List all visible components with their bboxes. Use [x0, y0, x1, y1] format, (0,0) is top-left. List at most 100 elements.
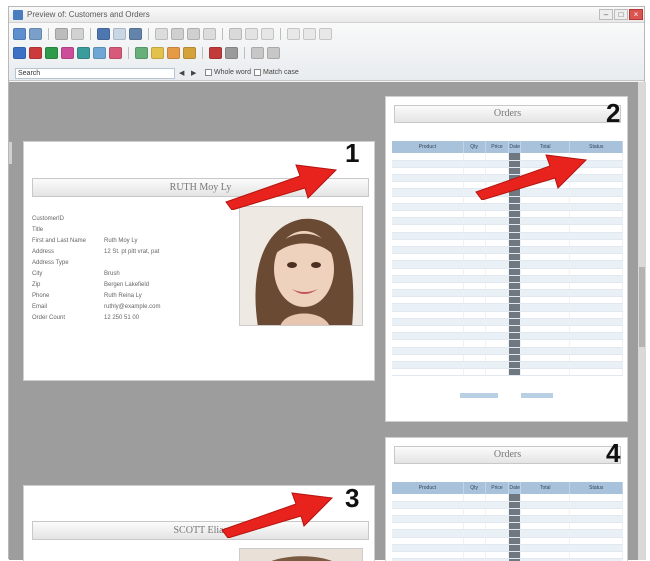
column-header[interactable]: Price — [485, 482, 510, 494]
table-cell — [520, 303, 571, 312]
title-bar: Preview of: Customers and Orders – □ × — [9, 7, 644, 23]
zoom-in-icon[interactable] — [245, 27, 258, 40]
table-cell — [520, 361, 571, 370]
table-cell — [508, 232, 521, 240]
checkbox-box[interactable] — [205, 69, 212, 76]
field-value: Brush — [104, 270, 120, 277]
bookmark-icon[interactable] — [151, 46, 164, 59]
table-row — [392, 318, 623, 327]
search-next-icon[interactable]: ▶ — [191, 69, 196, 77]
html-icon[interactable] — [93, 46, 106, 59]
actual-size-icon[interactable] — [319, 27, 332, 40]
prev-page-icon[interactable] — [171, 27, 184, 40]
fit-page-icon[interactable] — [303, 27, 316, 40]
table-cell — [569, 210, 623, 219]
field-label: Email — [32, 303, 48, 310]
field-row: Address 12 St. pt pitt vrat, pat — [32, 246, 222, 257]
image-icon[interactable] — [61, 46, 74, 59]
table-cell — [463, 232, 486, 240]
column-header[interactable]: Qty — [463, 482, 486, 494]
column-header[interactable]: Product — [392, 141, 464, 153]
table-cell — [508, 210, 521, 219]
minimize-button[interactable]: – — [599, 9, 613, 20]
excel-icon[interactable] — [45, 46, 58, 59]
table-cell — [485, 339, 510, 348]
xml-icon[interactable] — [109, 46, 122, 59]
table-cell — [485, 515, 510, 524]
orders-title: Orders — [394, 446, 621, 464]
last-page-icon[interactable] — [203, 27, 216, 40]
open-icon[interactable] — [55, 27, 68, 40]
page-setup-icon[interactable] — [29, 27, 42, 40]
table-cell — [508, 332, 521, 341]
search-prev-icon[interactable]: ◀ — [179, 69, 184, 77]
table-cell — [463, 260, 486, 269]
table-row — [392, 339, 623, 348]
zoom-out-icon[interactable] — [229, 27, 242, 40]
field-value: Bergen Lakefield — [104, 281, 150, 288]
table-cell — [569, 368, 623, 377]
totals-cell — [521, 393, 553, 398]
table-row — [392, 354, 623, 362]
table-cell — [508, 354, 521, 362]
highlight-icon[interactable] — [183, 46, 196, 59]
first-page-icon[interactable] — [155, 27, 168, 40]
find-icon[interactable] — [167, 46, 180, 59]
scrollbar-thumb[interactable] — [639, 267, 645, 347]
hand-tool-icon[interactable] — [251, 46, 264, 59]
column-header[interactable]: Product — [392, 482, 464, 494]
zoom-icon[interactable] — [261, 27, 274, 40]
whole-word-label: Whole word — [214, 69, 251, 76]
table-cell — [485, 551, 510, 560]
whole-word-checkbox[interactable]: Whole word — [205, 69, 251, 76]
next-page-icon[interactable] — [187, 27, 200, 40]
table-cell — [508, 347, 521, 355]
table-cell — [520, 246, 571, 255]
export-icon[interactable] — [97, 27, 110, 40]
table-cell — [485, 501, 510, 509]
select-tool-icon[interactable] — [267, 46, 280, 59]
table-cell — [485, 494, 510, 502]
app-icon — [13, 10, 23, 20]
thumbnails-icon[interactable] — [135, 46, 148, 59]
stop-icon[interactable] — [209, 46, 222, 59]
table-cell — [569, 253, 623, 262]
field-row: Title — [32, 224, 222, 235]
vertical-scrollbar[interactable] — [638, 82, 646, 560]
close-button[interactable]: × — [629, 9, 643, 20]
fit-width-icon[interactable] — [287, 27, 300, 40]
email-icon[interactable] — [129, 27, 142, 40]
search-input[interactable]: Search — [15, 68, 175, 79]
word-icon[interactable] — [77, 46, 90, 59]
table-cell — [463, 529, 486, 538]
table-header-row: Product Qty Price Date Total Status — [392, 482, 623, 494]
column-header[interactable]: Date — [508, 482, 521, 494]
table-row — [392, 303, 623, 312]
table-cell — [485, 296, 510, 305]
match-case-checkbox[interactable]: Match case — [254, 69, 299, 76]
table-cell — [520, 325, 571, 334]
refresh-icon[interactable] — [225, 46, 238, 59]
table-cell — [569, 203, 623, 212]
pdf-icon[interactable] — [29, 46, 42, 59]
single-page-icon[interactable] — [13, 46, 26, 59]
table-cell — [569, 361, 623, 370]
checkbox-box[interactable] — [254, 69, 261, 76]
table-cell — [485, 537, 510, 545]
column-header[interactable]: Status — [569, 482, 623, 494]
print-icon[interactable] — [13, 27, 26, 40]
table-cell — [520, 494, 571, 502]
table-row — [392, 275, 623, 283]
table-cell — [463, 246, 486, 255]
table-cell — [485, 260, 510, 269]
save-icon[interactable] — [71, 27, 84, 40]
customer-photo — [239, 206, 363, 326]
send-icon[interactable] — [113, 27, 126, 40]
column-header[interactable]: Total — [520, 482, 571, 494]
table-cell — [485, 347, 510, 355]
table-row — [392, 494, 623, 502]
maximize-button[interactable]: □ — [614, 9, 628, 20]
table-cell — [520, 522, 571, 531]
table-cell — [508, 239, 521, 247]
table-row — [392, 253, 623, 262]
